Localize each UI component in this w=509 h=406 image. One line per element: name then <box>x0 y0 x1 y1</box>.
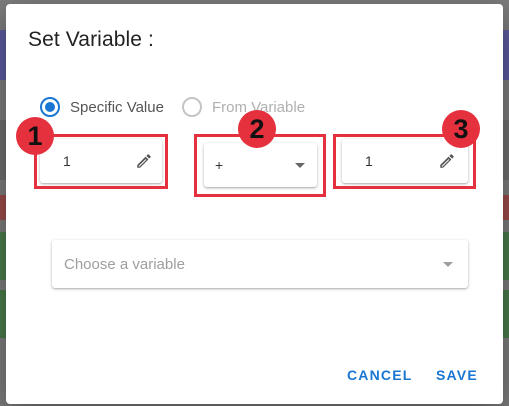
set-variable-dialog: Set Variable : Specific Value From Varia… <box>6 4 503 404</box>
save-button[interactable]: SAVE <box>436 367 478 383</box>
variable-select[interactable]: Choose a variable <box>52 240 468 288</box>
annotation-badge-3: 3 <box>442 110 480 148</box>
annotation-badge-1: 1 <box>16 117 54 155</box>
annotation-badge-2: 2 <box>238 110 276 148</box>
variable-select-placeholder: Choose a variable <box>64 256 185 273</box>
dialog-title: Set Variable : <box>28 28 154 51</box>
annotation-highlight-1 <box>34 134 168 189</box>
specific-value-radio[interactable] <box>40 97 60 117</box>
cancel-button[interactable]: CANCEL <box>347 367 413 383</box>
dropdown-caret-icon <box>443 262 453 267</box>
from-variable-radio[interactable] <box>181 97 202 117</box>
specific-value-label[interactable]: Specific Value <box>70 99 164 116</box>
